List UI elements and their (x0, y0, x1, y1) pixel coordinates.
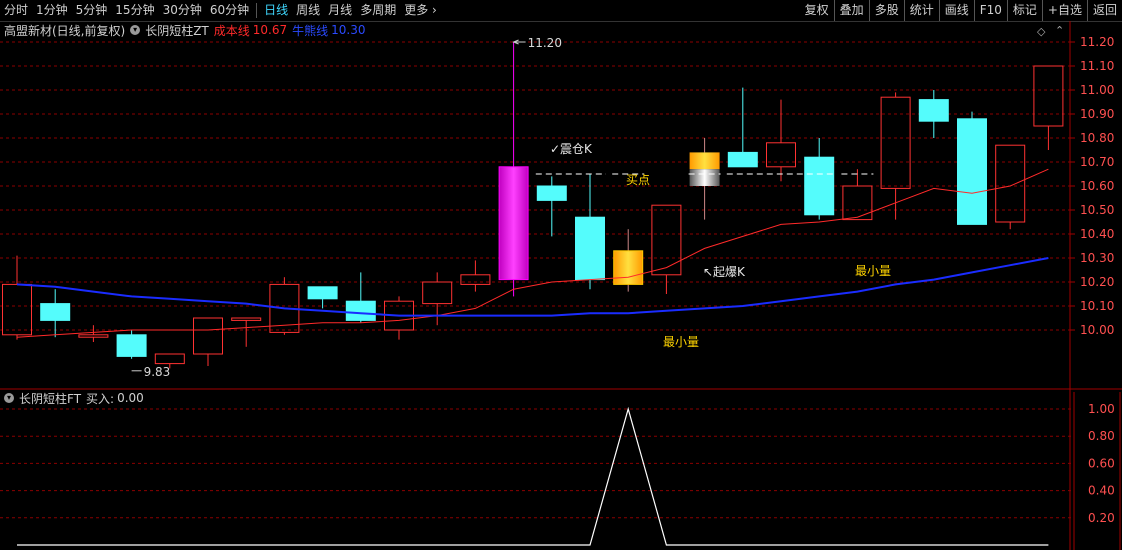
buy-point-annotation: 买点 (626, 173, 650, 187)
main-y-tick-label-9: 10.90 (1080, 107, 1114, 121)
bull-line-series (16, 257, 1049, 317)
main-y-tick-label-2: 10.20 (1080, 275, 1114, 289)
candle-body-24 (918, 99, 949, 122)
candle-body-2 (78, 334, 109, 338)
candle-body-21 (804, 156, 835, 216)
main-y-tick-label-3: 10.30 (1080, 251, 1114, 265)
candle-body-5 (193, 317, 223, 355)
candle-body-20 (766, 142, 796, 168)
sub-y-tick-label-0: 0.20 (1088, 511, 1115, 525)
candle-body-9 (345, 300, 376, 321)
candle-body-16 (613, 250, 644, 285)
candle-body-23 (880, 96, 911, 189)
low-price-label: 9.83 (144, 365, 171, 379)
candle-body-19 (727, 151, 758, 168)
sub-y-tick-label-3: 0.80 (1088, 429, 1115, 443)
candle-body-13 (498, 166, 529, 281)
candle-body-0 (2, 283, 32, 336)
candle-body-8 (307, 286, 338, 300)
main-y-tick-label-0: 10.00 (1080, 323, 1114, 337)
zhencang-annotation: ✓震仓K (550, 142, 593, 156)
main-y-tick-label-6: 10.60 (1080, 179, 1114, 193)
candle-body-1 (40, 303, 71, 321)
candle-body-3 (116, 334, 147, 357)
kline-chart[interactable]: 10.00 10.10 10.20 10.30 10.40 10.50 10.60 10.70… (0, 0, 1122, 550)
sub-y-tick-label-1: 0.40 (1088, 484, 1115, 498)
main-y-tick-label-4: 10.40 (1080, 227, 1114, 241)
candle-body-14 (536, 185, 567, 201)
candle-body-6 (231, 317, 262, 321)
candle-body-4 (154, 353, 185, 365)
main-y-tick-label-12: 11.20 (1080, 35, 1114, 49)
main-y-tick-label-11: 11.10 (1080, 59, 1114, 73)
candle-body-25 (957, 118, 987, 225)
main-y-tick-label-8: 10.80 (1080, 131, 1114, 145)
main-y-tick-label-7: 10.70 (1080, 155, 1114, 169)
high-price-label: 11.20 (528, 36, 562, 50)
candle-body-12 (460, 274, 491, 285)
min-volume-annotation-2: 最小量 (663, 335, 699, 349)
min-volume-annotation-1: 最小量 (855, 264, 891, 278)
main-y-tick-label-1: 10.10 (1080, 299, 1114, 313)
candle-body-17 (651, 204, 682, 276)
candle-body-22 (842, 185, 873, 221)
sub-y-tick-label-4: 1.00 (1088, 402, 1115, 416)
main-y-tick-label-5: 10.50 (1080, 203, 1114, 217)
sub-y-tick-label-2: 0.60 (1088, 456, 1115, 470)
candle-body-11 (422, 281, 453, 305)
candle-body-bottom-18 (689, 169, 720, 186)
candle-body-top-18 (689, 152, 720, 170)
candle-body-15 (575, 216, 605, 281)
qibao-annotation: ↖起爆K (703, 265, 746, 279)
main-y-tick-label-10: 11.00 (1080, 83, 1114, 97)
buy-signal-series (17, 406, 1049, 546)
cost-line-series (16, 168, 1049, 338)
candle-body-27 (1033, 65, 1064, 127)
